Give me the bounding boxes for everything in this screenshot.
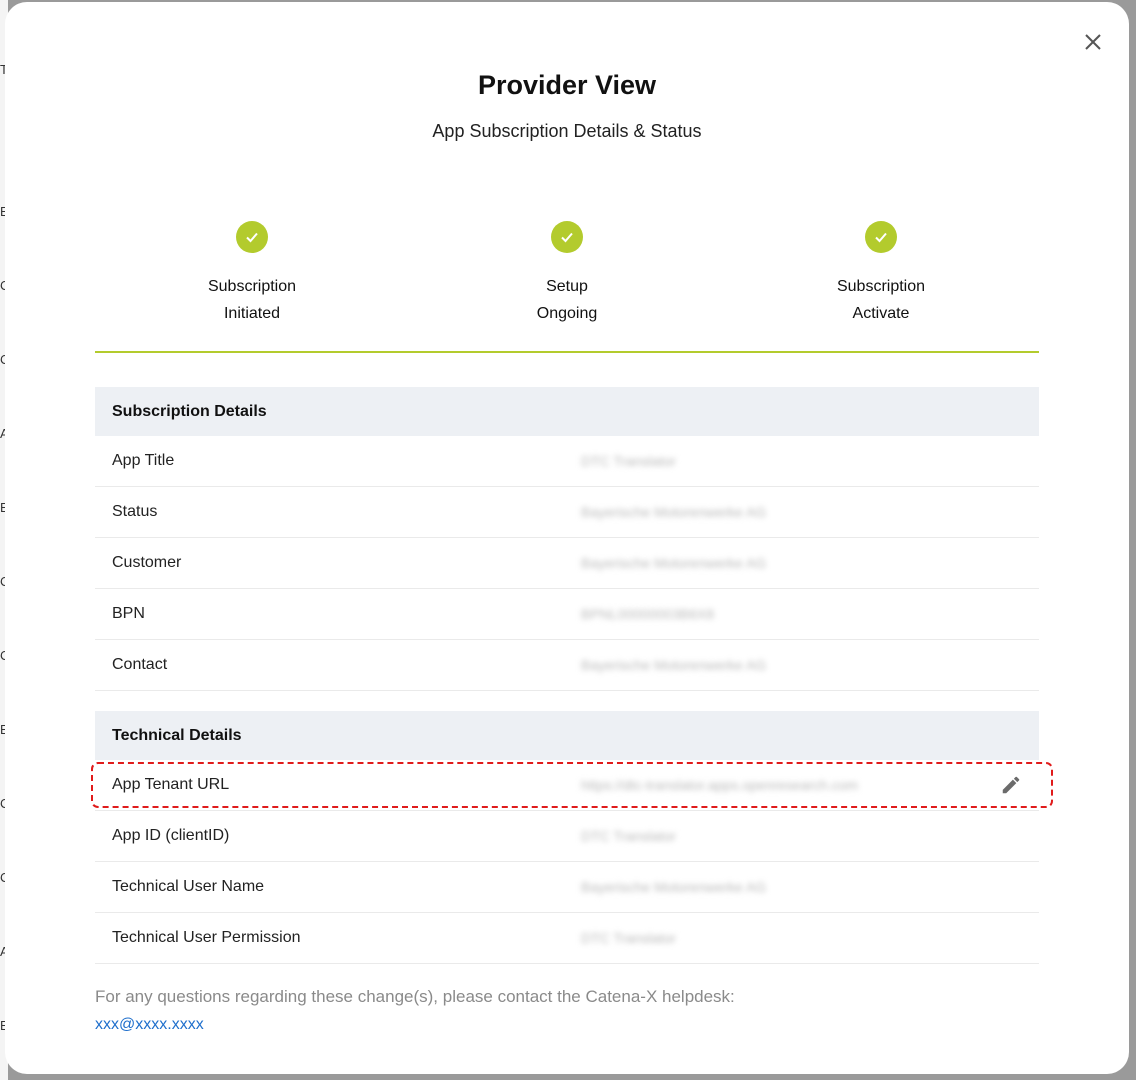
detail-row-bpn: BPN BPNL00000003B6X8 [95,589,1039,640]
row-value: Bayerische Motorenwerke AG [581,504,767,520]
row-value: Bayerische Motorenwerke AG [581,657,767,673]
row-key: BPN [112,605,145,622]
row-value: https://dtc-translator.apps.openresearch… [581,777,859,793]
check-icon [865,221,897,253]
edit-tenant-url-button[interactable] [1000,774,1022,796]
stepper-progress-line [95,351,1039,353]
close-button[interactable] [1079,28,1107,56]
row-key: App Title [112,452,175,469]
row-value: Bayerische Motorenwerke AG [581,879,767,895]
row-key: Status [112,503,158,520]
step-label-line2: Ongoing [536,305,598,322]
detail-row-app-id: App ID (clientID) DTC Translator [95,811,1039,862]
subscription-details-section: Subscription Details App Title DTC Trans… [95,387,1039,691]
dialog-title: Provider View [477,70,657,100]
row-key: Technical User Permission [112,929,301,946]
dialog-subtitle: App Subscription Details & Status [432,121,702,141]
detail-row-app-title: App Title DTC Translator [95,436,1039,487]
step-label-line1: Subscription [207,278,297,295]
detail-row-technical-user-name: Technical User Name Bayerische Motorenwe… [95,862,1039,913]
check-icon [551,221,583,253]
step-label-line2: Activate [852,305,910,322]
step-label-line1: Subscription [836,278,926,295]
row-value: DTC Translator [581,930,676,946]
row-key: App Tenant URL [112,776,230,793]
detail-row-technical-user-permission: Technical User Permission DTC Translator [95,913,1039,964]
step-subscription-initiated: Subscription Initiated [142,221,362,327]
row-value: DTC Translator [581,828,676,844]
step-setup-ongoing: Setup Ongoing [457,221,677,327]
provider-view-dialog: Provider View App Subscription Details &… [5,2,1129,1074]
helpdesk-email-link[interactable]: xxx@xxxx.xxxx [95,1016,204,1034]
helpdesk-note: For any questions regarding these change… [95,987,735,1006]
row-key: Contact [112,656,168,673]
detail-row-app-tenant-url: App Tenant URL https://dtc-translator.ap… [95,760,1039,811]
section-header: Technical Details [95,711,1039,760]
check-icon [236,221,268,253]
row-value: Bayerische Motorenwerke AG [581,555,767,571]
technical-details-section: Technical Details App Tenant URL https:/… [95,711,1039,964]
step-label: Setup Ongoing [457,273,677,327]
step-label-line2: Initiated [223,305,281,322]
row-key: App ID (clientID) [112,827,230,844]
section-header: Subscription Details [95,387,1039,436]
row-key: Customer [112,554,182,571]
row-key: Technical User Name [112,878,265,895]
step-label-line1: Setup [546,278,588,295]
step-label: Subscription Initiated [142,273,362,327]
detail-row-contact: Contact Bayerische Motorenwerke AG [95,640,1039,691]
close-icon[interactable] [1079,28,1107,56]
pencil-icon[interactable] [1000,774,1022,796]
detail-row-status: Status Bayerische Motorenwerke AG [95,487,1039,538]
detail-row-customer: Customer Bayerische Motorenwerke AG [95,538,1039,589]
step-label: Subscription Activate [771,273,991,327]
step-subscription-activate: Subscription Activate [771,221,991,327]
row-value: BPNL00000003B6X8 [581,606,715,622]
row-value: DTC Translator [581,453,676,469]
